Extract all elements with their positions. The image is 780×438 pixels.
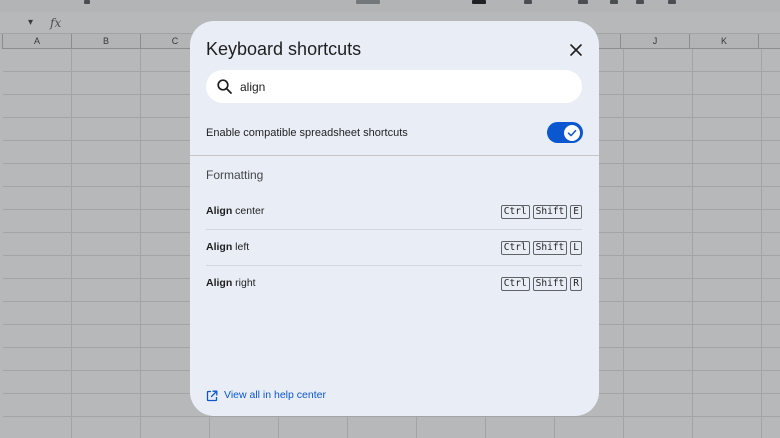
shortcut-name: Align center <box>206 205 264 218</box>
section-title-formatting: Formatting <box>206 168 264 182</box>
divider <box>190 155 599 156</box>
compat-shortcuts-toggle[interactable] <box>547 122 583 143</box>
dialog-title: Keyboard shortcuts <box>206 39 362 59</box>
view-all-help-link[interactable]: View all in help center <box>206 389 326 402</box>
key-cap: R <box>570 277 582 291</box>
shortcut-name: Align left <box>206 241 249 254</box>
key-cap: Shift <box>532 205 568 219</box>
shortcut-name-rest: right <box>232 277 256 289</box>
key-cap: Ctrl <box>500 277 530 291</box>
shortcut-keys: Ctrl Shift R <box>500 277 582 291</box>
open-in-new-icon <box>206 390 218 401</box>
shortcut-row: Align center Ctrl Shift E <box>206 194 582 230</box>
close-button[interactable] <box>564 38 588 62</box>
shortcut-row: Align right Ctrl Shift R <box>206 266 582 302</box>
key-cap: Ctrl <box>500 205 530 219</box>
shortcut-row: Align left Ctrl Shift L <box>206 230 582 266</box>
shortcut-name-rest: left <box>232 241 250 253</box>
search-input[interactable] <box>240 76 560 97</box>
search-box[interactable] <box>206 70 582 103</box>
shortcut-name-match: Align <box>206 205 233 217</box>
keyboard-shortcuts-dialog: Keyboard shortcuts Enable compatible spr… <box>190 21 599 416</box>
toggle-knob <box>564 124 580 141</box>
key-cap: Shift <box>532 277 568 291</box>
key-cap: Shift <box>532 241 568 255</box>
compat-shortcuts-label: Enable compatible spreadsheet shortcuts <box>206 127 408 139</box>
close-icon <box>570 44 582 56</box>
key-cap: Ctrl <box>500 241 530 255</box>
key-cap: E <box>570 205 582 219</box>
shortcut-keys: Ctrl Shift L <box>500 241 582 255</box>
search-icon <box>217 79 232 94</box>
shortcut-keys: Ctrl Shift E <box>500 205 582 219</box>
shortcut-name: Align right <box>206 277 256 290</box>
shortcut-name-rest: center <box>232 205 265 217</box>
check-icon <box>567 129 577 136</box>
help-link-label: View all in help center <box>224 389 326 401</box>
shortcut-name-match: Align <box>206 277 233 289</box>
shortcut-name-match: Align <box>206 241 233 253</box>
key-cap: L <box>570 241 582 255</box>
